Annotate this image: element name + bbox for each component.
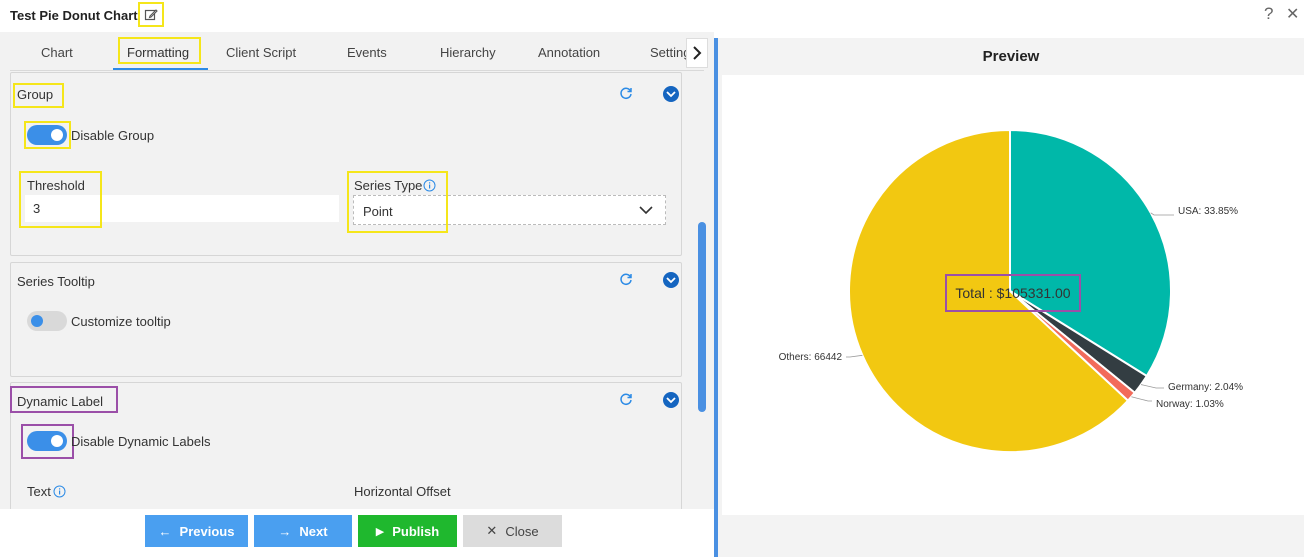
previous-button[interactable]: ← Previous	[145, 515, 248, 547]
arrow-right-icon: →	[278, 523, 292, 539]
footer-bar: ← Previous → Next ▶ Publish ✕ Close	[0, 509, 714, 557]
group-title-highlight	[13, 83, 64, 108]
threshold-highlight	[19, 171, 102, 228]
chevron-down-icon	[666, 397, 676, 404]
collapse-tooltip-button[interactable]	[663, 272, 679, 288]
refresh-icon[interactable]	[619, 272, 633, 286]
chevron-right-icon	[693, 46, 702, 60]
next-button-label: Next	[299, 523, 328, 539]
pie-chart: USA: 33.85% Germany: 2.04% Norway: 1.03% Ot…	[779, 128, 1243, 453]
previous-button-label: Previous	[179, 523, 235, 539]
center-total-label: Total : $105331.00	[955, 285, 1070, 301]
series-tooltip-panel: Series Tooltip Customize tooltip	[10, 262, 682, 377]
chart-area: USA: 33.85% Germany: 2.04% Norway: 1.03% Ot…	[722, 75, 1304, 515]
collapse-group-button[interactable]	[663, 86, 679, 102]
dynamic-toggle-highlight	[21, 424, 74, 459]
window-title: Test Pie Donut Chart	[10, 8, 138, 23]
tab-bar: Chart Formatting Client Script Events Hi…	[0, 32, 714, 71]
disable-group-label: Disable Group	[71, 128, 155, 143]
data-label: Germany: 2.04%	[1168, 382, 1243, 393]
dynamic-label-panel: Dynamic Label Disable Dynamic Labels Tex…	[10, 382, 682, 512]
tab-events[interactable]: Events	[347, 45, 387, 60]
customize-tooltip-toggle[interactable]	[27, 311, 67, 331]
tab-settings[interactable]: Settings	[650, 45, 686, 60]
publish-button-label: Publish	[392, 523, 440, 539]
data-label-connector	[1131, 396, 1152, 402]
next-button[interactable]: → Next	[254, 515, 352, 547]
disable-dynamic-labels-label: Disable Dynamic Labels	[71, 434, 211, 449]
toggle-highlight	[24, 121, 71, 149]
arrow-left-icon: ←	[158, 523, 172, 539]
dynamic-label-title-highlight	[10, 386, 118, 413]
tab-annotation[interactable]: Annotation	[538, 45, 600, 60]
horizontal-offset-label: Horizontal Offset	[354, 484, 451, 499]
chevron-down-icon	[666, 277, 676, 284]
play-icon: ▶	[375, 525, 385, 538]
close-window-icon[interactable]: ✕	[1286, 4, 1299, 24]
refresh-icon[interactable]	[619, 86, 633, 100]
series-tooltip-title: Series Tooltip	[17, 274, 95, 289]
data-label: Others: 66442	[779, 352, 843, 363]
chevron-down-icon	[666, 91, 676, 98]
text-label: Text	[27, 484, 51, 499]
refresh-icon[interactable]	[619, 392, 633, 406]
close-button-label: Close	[505, 523, 539, 539]
data-label: Norway: 1.03%	[1156, 399, 1224, 410]
series-type-highlight	[347, 171, 448, 233]
chevron-down-icon	[639, 206, 653, 215]
title-bar: Test Pie Donut Chart ? ✕	[0, 0, 1304, 32]
tab-client-script[interactable]: Client Script	[226, 45, 296, 60]
help-icon[interactable]: ?	[1264, 4, 1273, 24]
publish-button[interactable]: ▶ Publish	[358, 515, 457, 547]
toggle-knob	[31, 315, 43, 327]
edit-title-button[interactable]	[138, 2, 164, 27]
preview-title: Preview	[982, 48, 1040, 65]
customize-tooltip-label: Customize tooltip	[71, 314, 171, 329]
pencil-icon	[144, 8, 158, 20]
preview-panel: Preview USA: 33.85% Germany: 2.04% Norway:…	[718, 38, 1304, 557]
collapse-dynamic-label-button[interactable]	[663, 392, 679, 408]
group-panel: Group Disable Group Threshold Series Typ…	[10, 72, 682, 256]
info-icon[interactable]	[53, 485, 66, 498]
data-label-connector	[1150, 212, 1174, 216]
data-label: USA: 33.85%	[1178, 206, 1238, 217]
data-label-connector	[846, 354, 863, 358]
data-label-connector	[1140, 384, 1164, 389]
config-scrollbar[interactable]	[698, 222, 706, 412]
close-button[interactable]: ✕ Close	[463, 515, 562, 547]
config-panel: Chart Formatting Client Script Events Hi…	[0, 32, 714, 557]
tab-scroll-right-button[interactable]	[686, 38, 708, 68]
tab-hierarchy[interactable]: Hierarchy	[440, 45, 496, 60]
tab-divider	[10, 70, 704, 71]
close-icon: ✕	[486, 523, 498, 538]
tab-chart[interactable]: Chart	[41, 45, 73, 60]
formatting-tab-highlight	[118, 37, 201, 64]
